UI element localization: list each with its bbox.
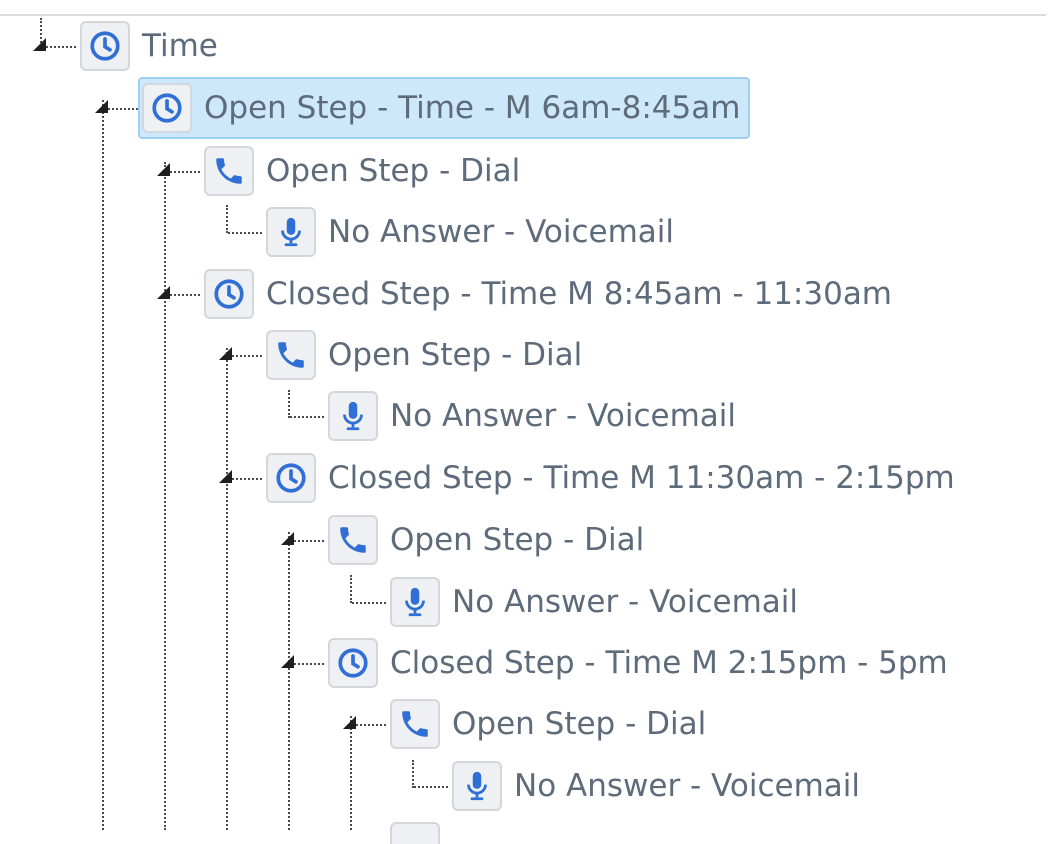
tree-node[interactable]: Time (80, 18, 218, 74)
tree-connector-line (226, 205, 228, 233)
tree-node[interactable]: No Answer - Voicemail (266, 204, 674, 260)
clock-icon (266, 453, 316, 503)
microphone-icon (390, 577, 440, 627)
tree-connector-line (228, 478, 262, 480)
phone-icon (390, 699, 440, 749)
tree-connector-line (290, 663, 324, 665)
tree-node-label: Open Step - Time - M 6am-8:45am (204, 90, 741, 126)
expand-toggle[interactable] (219, 470, 232, 483)
tree-node-label: Open Step - Dial (328, 337, 583, 373)
phone-icon (204, 146, 254, 196)
tree-node-label: Closed Step - Time M 2:15pm - 5pm (390, 645, 948, 681)
microphone-icon (452, 761, 502, 811)
tree-node[interactable]: Open Step - Dial (204, 143, 520, 199)
tree-node[interactable]: Open Step - Dial (266, 327, 582, 383)
tree-connector-line (412, 760, 414, 788)
clock-icon (80, 21, 130, 71)
tree-node-label: No Answer - Voicemail (390, 398, 736, 434)
tree-node-label: Closed Step - Time M 8:45am - 11:30am (266, 276, 893, 312)
clock-icon (142, 83, 192, 133)
microphone-icon (328, 391, 378, 441)
tree-node[interactable]: Closed Step - Time M 8:45am - 11:30am (204, 266, 892, 322)
tree-connector-line (352, 602, 386, 604)
tree-node-label: No Answer - Voicemail (328, 214, 674, 250)
tree-node-selected[interactable]: Open Step - Time - M 6am-8:45am (138, 77, 751, 139)
tree-connector-line (414, 786, 448, 788)
expand-toggle[interactable] (281, 655, 294, 668)
tree-connector-line (42, 46, 76, 48)
tree-node[interactable]: Open Step - Dial (328, 512, 644, 568)
tree-node-label: No Answer - Voicemail (514, 768, 860, 804)
phone-icon (266, 330, 316, 380)
phone-icon (328, 515, 378, 565)
microphone-icon (266, 207, 316, 257)
expand-toggle[interactable] (219, 347, 232, 360)
tree-node[interactable]: Open Step - Dial (390, 696, 706, 752)
tree-connector-line (102, 100, 104, 830)
tree-node-label: Open Step - Dial (452, 706, 707, 742)
tree-connector-line (350, 575, 352, 603)
tree-node-label: Closed Step - Time M 11:30am - 2:15pm (328, 460, 955, 496)
expand-toggle[interactable] (343, 716, 356, 729)
expand-toggle[interactable] (157, 163, 170, 176)
tree-connector-line (288, 532, 290, 830)
tree-connector-line (352, 724, 386, 726)
tree-node-label: Time (142, 28, 218, 64)
tree-node[interactable]: Closed Step - Time M 2:15pm - 5pm (328, 635, 948, 691)
tree-connector-line (290, 540, 324, 542)
tree-connector-line (350, 716, 352, 830)
tree-connector-line (228, 355, 262, 357)
tree-node[interactable]: No Answer - Voicemail (390, 574, 798, 630)
expand-toggle[interactable] (281, 532, 294, 545)
tree-connector-line (226, 348, 228, 830)
clock-icon (328, 638, 378, 688)
tree-node[interactable]: No Answer - Voicemail (328, 388, 736, 444)
clock-icon (204, 269, 254, 319)
tree-node-icon-partial (390, 822, 440, 844)
tree-node[interactable]: Closed Step - Time M 11:30am - 2:15pm (266, 450, 955, 506)
tree-connector-line (164, 162, 166, 830)
tree-node-label: Open Step - Dial (390, 522, 645, 558)
expand-toggle[interactable] (157, 286, 170, 299)
tree-connector-line (104, 108, 138, 110)
expand-toggle[interactable] (33, 38, 46, 51)
tree-connector-line (228, 232, 262, 234)
tree-connector-line (166, 294, 200, 296)
tree-node[interactable]: No Answer - Voicemail (452, 758, 860, 814)
tree-connector-line (288, 390, 290, 418)
tree-connector-line (166, 171, 200, 173)
tree-connector-line (290, 416, 324, 418)
tree-node-label: No Answer - Voicemail (452, 584, 798, 620)
expand-toggle[interactable] (95, 100, 108, 113)
top-divider (0, 14, 1046, 16)
tree-node-label: Open Step - Dial (266, 153, 521, 189)
